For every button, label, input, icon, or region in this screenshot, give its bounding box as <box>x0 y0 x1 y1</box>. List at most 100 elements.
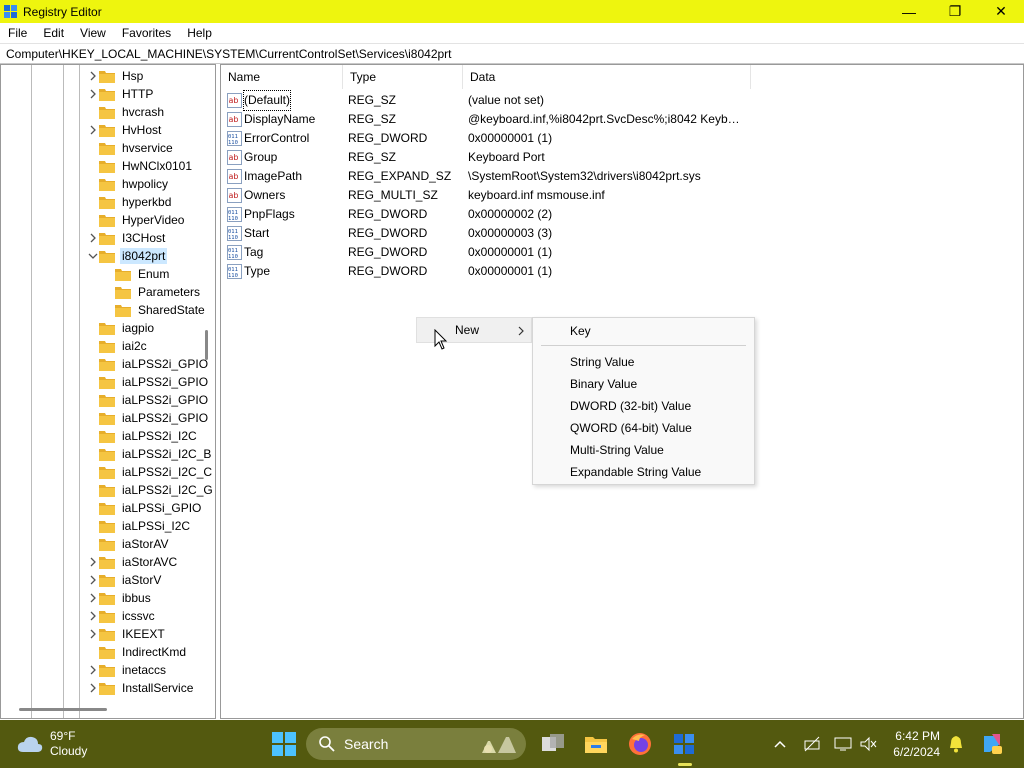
chevron-down-icon[interactable] <box>87 247 99 265</box>
tree-item[interactable]: inetaccs <box>87 661 168 679</box>
tree-item[interactable]: hvservice <box>87 139 175 157</box>
tree-scrollbar-horizontal[interactable] <box>19 708 107 711</box>
tree-item[interactable]: iaLPSSi_I2C <box>87 517 192 535</box>
tree-item[interactable]: Hsp <box>87 67 145 85</box>
tree-item[interactable]: iaLPSS2i_GPIO <box>87 391 210 409</box>
column-header-name[interactable]: Name <box>221 65 343 89</box>
tree-item[interactable]: iaStorAVC <box>87 553 179 571</box>
tree-item[interactable]: icssvc <box>87 607 157 625</box>
submenu-qword-value[interactable]: QWORD (64-bit) Value <box>570 420 692 436</box>
network-disconnected-icon[interactable] <box>802 734 822 754</box>
value-row[interactable]: 011 110 Start REG_DWORD 0x00000003 (3) <box>221 224 761 243</box>
tree-item[interactable]: iaLPSS2i_I2C <box>87 427 199 445</box>
tree-item[interactable]: ibbus <box>87 589 153 607</box>
value-row[interactable]: ab ImagePath REG_EXPAND_SZ \SystemRoot\Syst… <box>221 167 761 186</box>
tree-item-label: HvHost <box>122 123 162 137</box>
value-row[interactable]: 011 110 PnpFlags REG_DWORD 0x00000002 (2) <box>221 205 761 224</box>
maximize-button[interactable]: ❐ <box>932 0 978 23</box>
task-view-icon[interactable] <box>540 731 566 757</box>
chevron-right-icon[interactable] <box>87 625 99 643</box>
clock[interactable]: 6:42 PM 6/2/2024 <box>886 728 940 760</box>
menu-edit[interactable]: Edit <box>35 23 72 43</box>
chevron-right-icon[interactable] <box>87 571 99 589</box>
tree-item[interactable]: hvcrash <box>87 103 166 121</box>
tree-item[interactable]: InstallService <box>87 679 195 697</box>
submenu-key[interactable]: Key <box>570 323 591 339</box>
firefox-icon[interactable] <box>627 731 653 757</box>
column-header-data[interactable]: Data <box>463 65 751 89</box>
address-bar[interactable]: Computer\HKEY_LOCAL_MACHINE\SYSTEM\Curre… <box>0 43 1024 64</box>
copilot-icon[interactable] <box>980 732 1004 756</box>
menu-favorites[interactable]: Favorites <box>114 23 179 43</box>
chevron-right-icon[interactable] <box>87 121 99 139</box>
tree-item[interactable]: iaLPSS2i_GPIO <box>87 355 210 373</box>
tree-item[interactable]: Parameters <box>103 283 202 301</box>
chevron-right-icon[interactable] <box>87 679 99 697</box>
value-row[interactable]: ab DisplayName REG_SZ @keyboard.inf,%i8042p… <box>221 110 761 129</box>
volume-muted-icon[interactable] <box>858 734 878 754</box>
file-explorer-icon[interactable] <box>583 731 609 757</box>
value-row[interactable]: ab Owners REG_MULTI_SZ keyboard.inf msmouse… <box>221 186 761 205</box>
minimize-button[interactable]: — <box>886 0 932 23</box>
value-row[interactable]: 011 110 ErrorControl REG_DWORD 0x00000001 (1… <box>221 129 761 148</box>
context-menu-new-label: New <box>455 323 480 337</box>
folder-icon <box>99 70 115 83</box>
column-header-type[interactable]: Type <box>343 65 463 89</box>
start-icon[interactable] <box>271 731 297 757</box>
key-tree[interactable]: Hsp HTTP hvcrash HvHost hvservice HwNClx0101 h… <box>0 64 216 719</box>
chevron-right-icon[interactable] <box>87 229 99 247</box>
menu-file[interactable]: File <box>0 23 35 43</box>
chevron-right-icon[interactable] <box>87 85 99 103</box>
tree-item[interactable]: HvHost <box>87 121 163 139</box>
tree-item[interactable]: HwNClx0101 <box>87 157 194 175</box>
tree-item[interactable]: IndirectKmd <box>87 643 188 661</box>
chevron-right-icon[interactable] <box>87 553 99 571</box>
submenu-dword-value[interactable]: DWORD (32-bit) Value <box>570 398 691 414</box>
menu-view[interactable]: View <box>72 23 114 43</box>
submenu-multi-string-value[interactable]: Multi-String Value <box>570 442 664 458</box>
tree-item[interactable]: iaStorV <box>87 571 163 589</box>
registry-editor-taskbar-icon[interactable] <box>671 731 697 757</box>
tree-item[interactable]: I3CHost <box>87 229 167 247</box>
value-name: Type <box>244 264 271 278</box>
chevron-right-icon[interactable] <box>87 607 99 625</box>
submenu-expandable-string-value[interactable]: Expandable String Value <box>570 464 701 480</box>
tree-item[interactable]: HTTP <box>87 85 155 103</box>
chevron-right-icon[interactable] <box>87 67 99 85</box>
tree-item[interactable]: iaLPSS2i_I2C_B <box>87 445 213 463</box>
weather-widget[interactable]: 69°F Cloudy <box>16 729 87 759</box>
display-icon[interactable] <box>833 734 853 754</box>
submenu-binary-value[interactable]: Binary Value <box>570 376 637 392</box>
tree-item[interactable]: i8042prt <box>87 247 168 265</box>
tree-item[interactable]: iaLPSS2i_GPIO <box>87 409 210 427</box>
chevron-right-icon[interactable] <box>87 589 99 607</box>
chevron-up-icon[interactable] <box>770 734 790 754</box>
tree-item[interactable]: Enum <box>103 265 171 283</box>
close-button[interactable]: ✕ <box>978 0 1024 23</box>
value-row[interactable]: ab Group REG_SZ Keyboard Port <box>221 148 761 167</box>
value-row[interactable]: 011 110 Type REG_DWORD 0x00000001 (1) <box>221 262 761 281</box>
submenu-string-value[interactable]: String Value <box>570 354 634 370</box>
tree-item[interactable]: hyperkbd <box>87 193 173 211</box>
notification-bell-icon[interactable] <box>946 734 966 754</box>
tree-item[interactable]: iaLPSS2i_I2C_C <box>87 463 214 481</box>
tree-item[interactable]: iaStorAV <box>87 535 170 553</box>
value-name: Owners <box>244 188 286 202</box>
value-row[interactable]: 011 110 Tag REG_DWORD 0x00000001 (1) <box>221 243 761 262</box>
tree-item[interactable]: iai2c <box>87 337 149 355</box>
menu-help[interactable]: Help <box>179 23 220 43</box>
tree-item[interactable]: iaLPSSi_GPIO <box>87 499 203 517</box>
tree-item[interactable]: SharedState <box>103 301 207 319</box>
taskbar-search[interactable]: Search <box>306 728 526 760</box>
tree-item[interactable]: iaLPSS2i_GPIO <box>87 373 210 391</box>
value-row[interactable]: ab (Default) REG_SZ (value not set) <box>221 90 761 111</box>
tree-item[interactable]: HyperVideo <box>87 211 186 229</box>
tree-item[interactable]: iagpio <box>87 319 156 337</box>
chevron-right-icon[interactable] <box>87 661 99 679</box>
tree-item[interactable]: IKEEXT <box>87 625 167 643</box>
tree-item[interactable]: iaLPSS2i_I2C_G <box>87 481 215 499</box>
tree-item[interactable]: hwpolicy <box>87 175 170 193</box>
